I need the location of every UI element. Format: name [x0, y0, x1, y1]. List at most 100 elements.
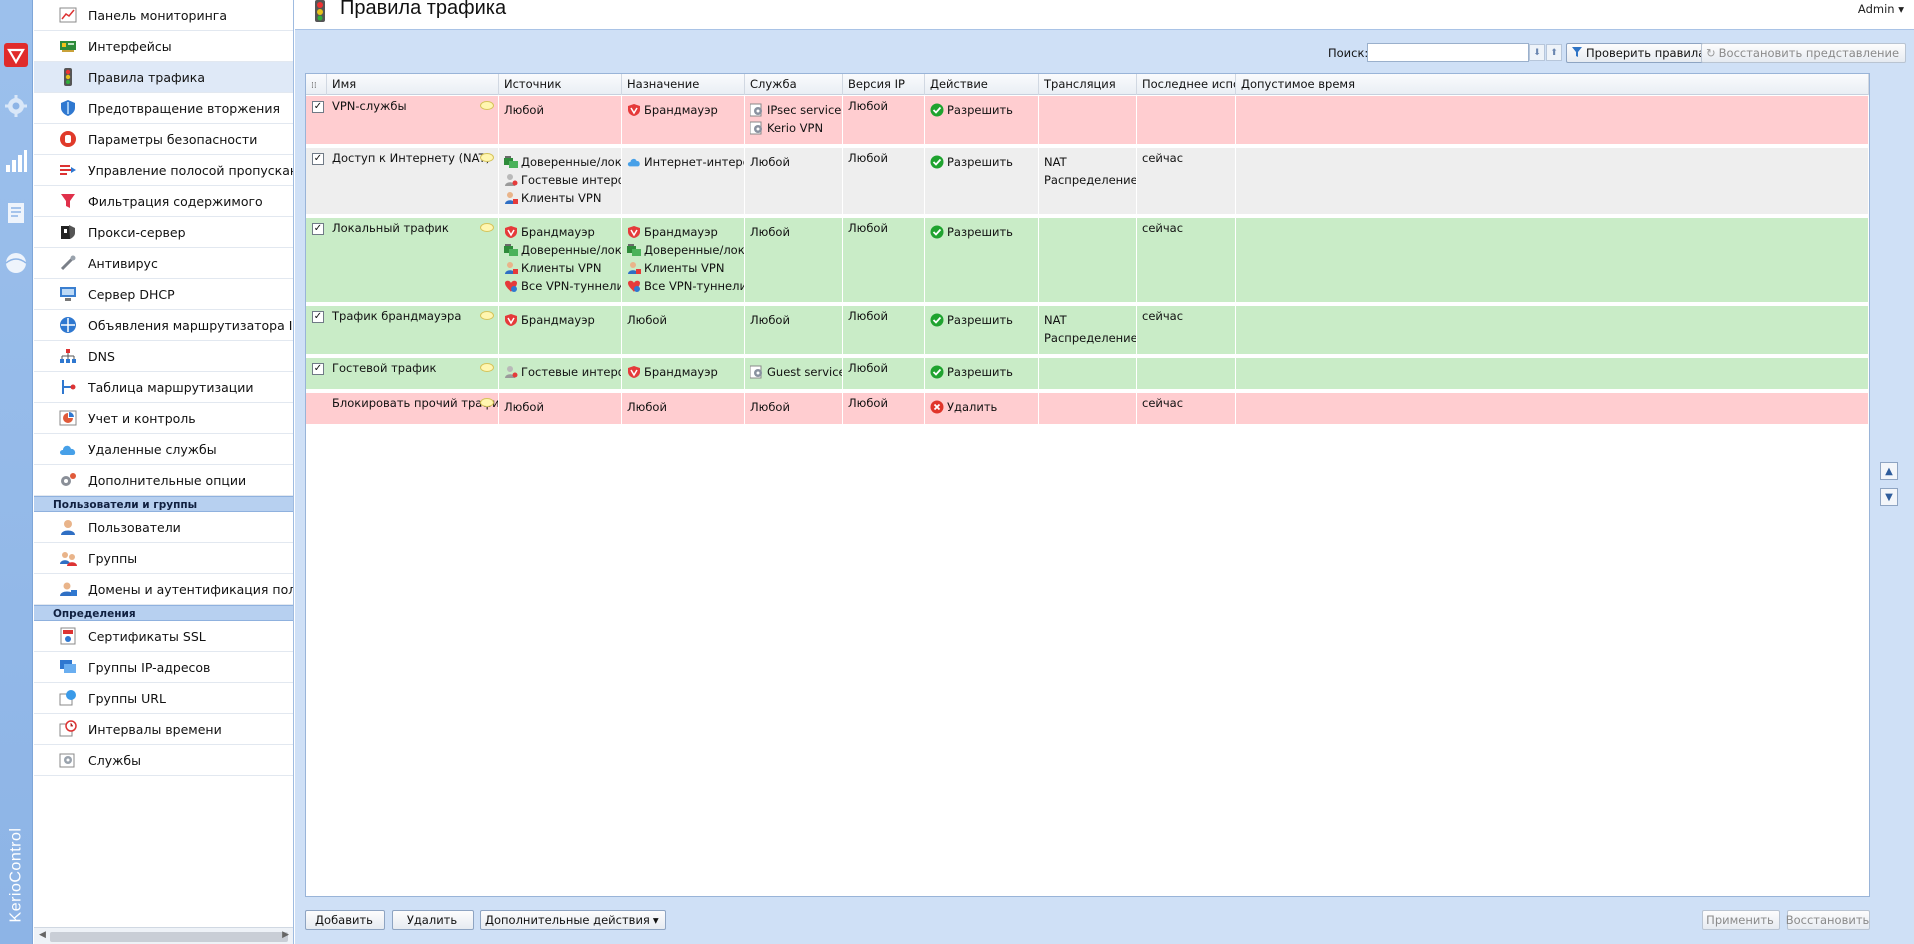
admin-user-menu[interactable]: Admin ▾ [1858, 2, 1904, 16]
configuration-gear-icon[interactable] [3, 93, 29, 119]
cell-name: Трафик брандмауэра [327, 306, 499, 354]
user-icon [58, 517, 78, 537]
rule-name[interactable]: VPN-службы [332, 99, 407, 113]
column-header[interactable]: Служба [745, 74, 843, 95]
sidebar-item[interactable]: Предотвращение вторжения [34, 93, 293, 124]
rule-name[interactable]: Доступ к Интернету (NAT) [332, 151, 490, 165]
sidebar-horizontal-scrollbar[interactable]: ◀ ▶ [34, 927, 293, 944]
cell-item-text: Все VPN-туннели [644, 279, 745, 293]
sidebar-item[interactable]: Таблица маршрутизации [34, 372, 293, 403]
sidebar-item[interactable]: Пользователи [34, 512, 293, 543]
comment-icon[interactable] [480, 222, 494, 236]
sidebar-item[interactable]: Фильтрация содержимого [34, 186, 293, 217]
cell-item-text: Гостевые интерфейсы [521, 365, 621, 379]
column-header[interactable]: Версия IP [843, 74, 925, 95]
restore-view-button[interactable]: ↻ Восстановить представление [1701, 43, 1907, 63]
cell-item: Любой [750, 153, 842, 171]
add-button[interactable]: Добавить [305, 910, 385, 930]
scroll-right-icon[interactable]: ▶ [282, 930, 289, 940]
dhcp-icon [58, 284, 78, 304]
table-row[interactable]: Блокировать прочий трафик Любой Любой Любой… [306, 393, 1869, 426]
cell-item: Клиенты VPN [504, 259, 621, 277]
comment-icon[interactable] [480, 397, 494, 411]
status-bars-icon[interactable] [3, 148, 29, 174]
sidebar-item[interactable]: Объявления маршрутизатора IPv6 [34, 310, 293, 341]
rule-enabled-checkbox[interactable]: ✓ [312, 101, 324, 113]
logs-document-icon[interactable] [3, 200, 29, 226]
column-reorder-handle[interactable]: ⁞⁞ [306, 74, 327, 95]
antivirus-icon [58, 253, 78, 273]
sidebar-item[interactable]: Интерфейсы [34, 31, 293, 62]
sidebar-item[interactable]: Группы URL [34, 683, 293, 714]
rule-name[interactable]: Трафик брандмауэра [332, 309, 461, 323]
sidebar-item[interactable]: Группы IP-адресов [34, 652, 293, 683]
column-header[interactable]: Источник [499, 74, 622, 95]
rule-name[interactable]: Блокировать прочий трафик [332, 396, 498, 410]
revert-button[interactable]: Восстановить [1786, 910, 1870, 930]
comment-icon[interactable] [480, 100, 494, 114]
sidebar-item[interactable]: Группы [34, 543, 293, 574]
cell-item-text: Все VPN-туннели [521, 279, 622, 293]
rule-name[interactable]: Локальный трафик [332, 221, 449, 235]
services-icon [58, 750, 78, 770]
cell-item: Все VPN-туннели [504, 277, 621, 295]
check-rules-button[interactable]: Проверить правила [1566, 43, 1713, 63]
cell-valid-time [1236, 306, 1869, 354]
remove-button[interactable]: Удалить [392, 910, 474, 930]
sidebar-item[interactable]: DNS [34, 341, 293, 372]
table-row[interactable]: ✓ VPN-службы Любой Брандмауэр IPsec services… [306, 96, 1869, 146]
cell-item: Брандмауэр [627, 223, 744, 241]
column-header[interactable]: Имя [327, 74, 499, 95]
sidebar-item[interactable]: Домены и аутентификация пользовате [34, 574, 293, 605]
search-prev-icon[interactable]: ⬆ [1546, 44, 1562, 61]
column-header[interactable]: Допустимое время [1236, 74, 1869, 95]
sidebar-item[interactable]: Службы [34, 745, 293, 776]
rule-name[interactable]: Гостевой трафик [332, 361, 436, 375]
column-header[interactable]: Действие [925, 74, 1039, 95]
sidebar-item[interactable]: Управление полосой пропускания и [34, 155, 293, 186]
sidebar-item[interactable]: Параметры безопасности [34, 124, 293, 155]
sidebar-item[interactable]: Прокси-сервер [34, 217, 293, 248]
cell-action: Разрешить [925, 358, 1039, 389]
column-header[interactable]: Последнее исполь... [1137, 74, 1236, 95]
apply-button[interactable]: Применить [1702, 910, 1780, 930]
service-icon [750, 365, 764, 379]
sidebar-item[interactable]: Учет и контроль [34, 403, 293, 434]
search-input[interactable] [1367, 43, 1529, 62]
cell-name: Доступ к Интернету (NAT) [327, 148, 499, 214]
sidebar-item[interactable]: Правила трафика [34, 62, 293, 93]
rule-enabled-checkbox[interactable]: ✓ [312, 311, 324, 323]
comment-icon[interactable] [480, 362, 494, 376]
cell-source: Брандмауэр [499, 306, 622, 354]
sidebar-item[interactable]: Удаленные службы [34, 434, 293, 465]
sidebar-item[interactable]: Антивирус [34, 248, 293, 279]
cell-translation [1039, 96, 1137, 144]
table-row[interactable]: ✓ Гостевой трафик Гостевые интерфейсы Бранд… [306, 358, 1869, 391]
sidebar-item-label: Прокси-сервер [88, 224, 186, 240]
column-header[interactable]: Трансляция [1039, 74, 1137, 95]
sidebar-item[interactable]: Интервалы времени [34, 714, 293, 745]
cell-service: Любой [745, 306, 843, 354]
comment-icon[interactable] [480, 152, 494, 166]
move-up-button[interactable]: ▲ [1880, 462, 1898, 480]
globe-icon[interactable] [3, 250, 29, 276]
search-next-icon[interactable]: ⬇ [1529, 44, 1545, 61]
sidebar-item[interactable]: Панель мониторинга [34, 0, 293, 31]
kerio-logo-icon[interactable] [3, 42, 29, 68]
scrollbar-thumb[interactable] [50, 932, 288, 942]
sidebar-item[interactable]: Сервер DHCP [34, 279, 293, 310]
sidebar-item[interactable]: Дополнительные опции [34, 465, 293, 496]
rule-enabled-checkbox[interactable]: ✓ [312, 223, 324, 235]
table-row[interactable]: ✓ Доступ к Интернету (NAT) Доверенные/лока… [306, 148, 1869, 216]
move-down-button[interactable]: ▼ [1880, 488, 1898, 506]
table-row[interactable]: ✓ Локальный трафик Брандмауэр Доверенные/ло… [306, 218, 1869, 304]
table-row[interactable]: ✓ Трафик брандмауэра Брандмауэр Любой Любой Л… [306, 306, 1869, 356]
rule-enabled-checkbox[interactable]: ✓ [312, 363, 324, 375]
column-header[interactable]: Назначение [622, 74, 745, 95]
more-actions-button[interactable]: Дополнительные действия ▾ [480, 910, 666, 930]
scroll-left-icon[interactable]: ◀ [39, 930, 46, 940]
cell-service: Guest services [745, 358, 843, 389]
sidebar-item[interactable]: Сертификаты SSL [34, 621, 293, 652]
comment-icon[interactable] [480, 310, 494, 324]
rule-enabled-checkbox[interactable]: ✓ [312, 153, 324, 165]
